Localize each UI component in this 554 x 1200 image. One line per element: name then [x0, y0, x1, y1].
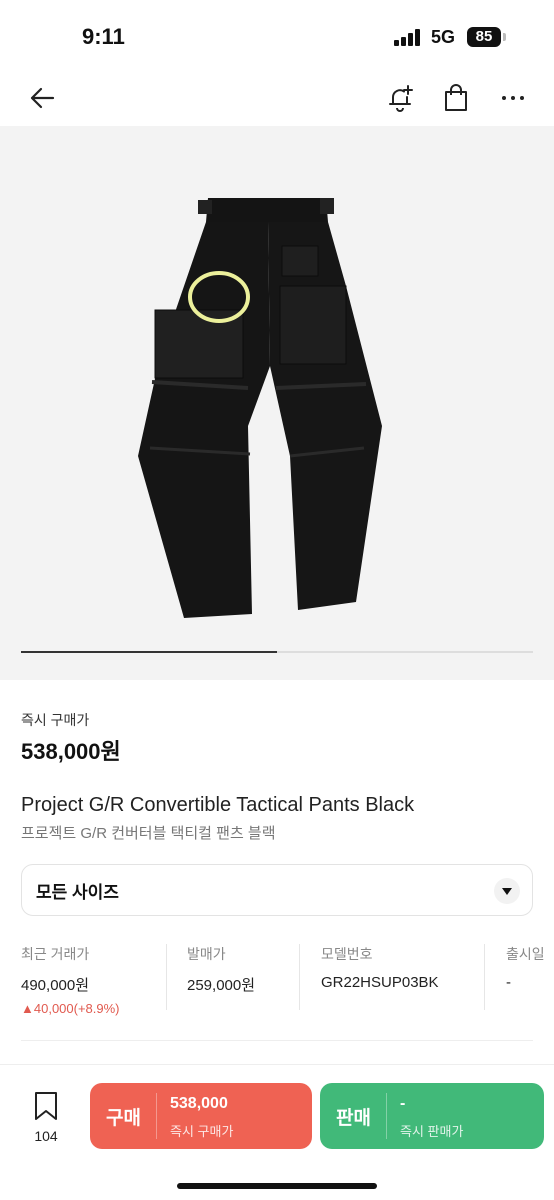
shopping-bag-button[interactable]	[434, 76, 478, 120]
bottom-action-bar: 104 구매 538,000 즉시 구매가 판매 - 즉시 판매가	[0, 1064, 554, 1200]
buy-button-sublabel: 즉시 구매가	[170, 1124, 234, 1139]
instant-buy-price: 538,000원	[21, 739, 121, 764]
product-image-carousel[interactable]	[0, 126, 554, 680]
signal-icon	[394, 29, 422, 46]
battery-icon: 85	[467, 27, 501, 47]
buy-button-label: 구매	[106, 1108, 141, 1129]
more-options-button[interactable]	[491, 76, 535, 120]
back-button[interactable]	[20, 76, 64, 120]
pants-illustration	[138, 198, 382, 618]
notification-add-button[interactable]	[378, 76, 422, 120]
image-carousel-indicator	[21, 651, 533, 653]
release-date-value: -	[506, 974, 511, 991]
release-price: 발매가 259,000원	[187, 944, 307, 1012]
release-price-value: 259,000원	[187, 977, 256, 994]
network-label: 5G	[431, 27, 456, 47]
info-divider	[166, 944, 167, 1010]
bookmark-count: 104	[34, 1128, 58, 1144]
size-select[interactable]: 모든 사이즈	[21, 864, 533, 916]
bookmark-icon	[35, 1092, 57, 1120]
chevron-down-icon	[494, 878, 520, 904]
status-bar: 9:11 5G 85	[0, 0, 554, 70]
status-time: 9:11	[82, 24, 125, 49]
bell-plus-icon	[389, 85, 413, 112]
shopping-bag-icon	[445, 84, 467, 111]
sell-button-sublabel: 즉시 판매가	[400, 1124, 464, 1139]
top-nav	[0, 70, 554, 126]
recent-trade-price[interactable]: 최근 거래가 490,000원 ▲40,000(+8.9%)	[21, 944, 171, 1016]
buy-button-price: 538,000	[170, 1095, 228, 1112]
product-subtitle: 프로젝트 G/R 컨버터블 택티컬 팬츠 블랙	[21, 825, 276, 842]
sell-button-label: 판매	[336, 1108, 371, 1129]
product-info-row: 최근 거래가 490,000원 ▲40,000(+8.9%) 발매가 259,0…	[21, 944, 554, 1016]
release-date-label: 출시일	[506, 946, 545, 962]
section-divider	[21, 1040, 533, 1041]
release-date: 출시일 -	[506, 944, 554, 1012]
model-number: 모델번호 GR22HSUP03BK	[321, 944, 471, 1012]
buy-button[interactable]: 구매 538,000 즉시 구매가	[90, 1083, 312, 1149]
sell-button-price: -	[400, 1095, 406, 1112]
sell-button[interactable]: 판매 - 즉시 판매가	[320, 1083, 544, 1149]
model-number-value: GR22HSUP03BK	[321, 974, 439, 991]
release-price-label: 발매가	[187, 946, 226, 962]
model-number-label: 모델번호	[321, 946, 373, 962]
sell-button-divider	[386, 1093, 387, 1139]
info-divider	[299, 944, 300, 1010]
recent-trade-label: 최근 거래가	[21, 946, 90, 962]
instant-buy-price-label: 즉시 구매가	[21, 712, 90, 728]
bookmark-button[interactable]: 104	[24, 1091, 68, 1144]
buy-button-divider	[156, 1093, 157, 1139]
size-select-value: 모든 사이즈	[36, 882, 119, 902]
home-indicator	[177, 1183, 377, 1189]
info-divider	[484, 944, 485, 1010]
product-title: Project G/R Convertible Tactical Pants B…	[21, 794, 415, 816]
recent-trade-value: 490,000원	[21, 977, 90, 994]
image-carousel-indicator-fill	[21, 651, 277, 653]
battery-tip	[503, 33, 506, 41]
arrow-left-icon	[30, 87, 55, 109]
more-horizontal-icon	[502, 96, 524, 100]
recent-trade-change: ▲40,000(+8.9%)	[21, 1001, 120, 1016]
